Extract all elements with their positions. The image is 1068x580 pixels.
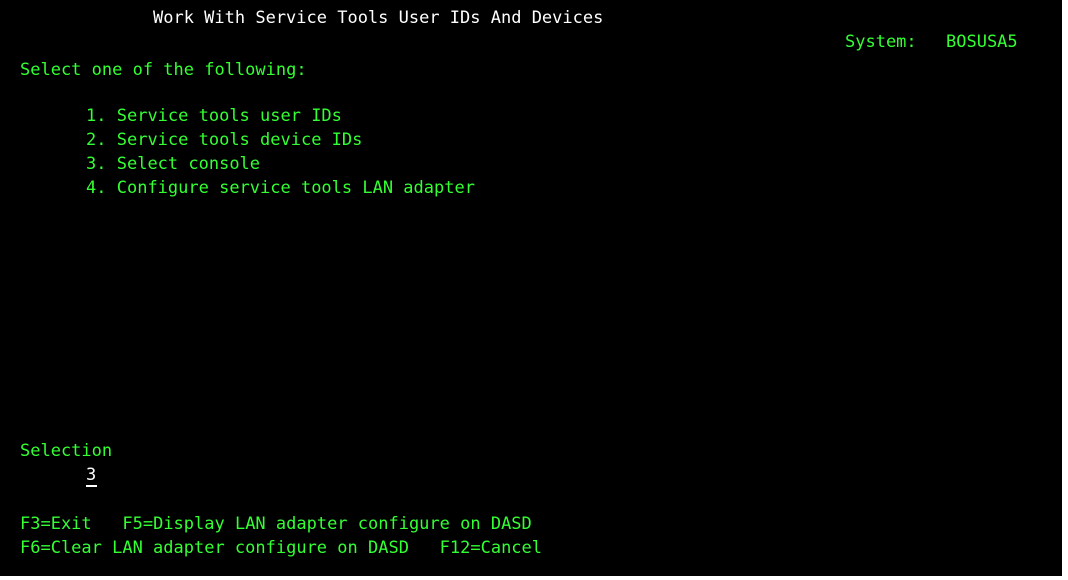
f6-clear-lan-key[interactable]: F6=Clear LAN adapter configure on DASD — [20, 538, 409, 558]
f12-cancel-key[interactable]: F12=Cancel — [440, 538, 542, 558]
terminal-screen: Work With Service Tools User IDs And Dev… — [0, 0, 1062, 576]
function-keys-row-2: F6=Clear LAN adapter configure on DASD F… — [20, 536, 542, 560]
menu-option-2: 2. Service tools device IDs — [86, 128, 362, 152]
option-label: Configure service tools LAN adapter — [116, 178, 475, 198]
selection-field-row: 3 — [86, 463, 97, 487]
menu-option-1: 1. Service tools user IDs — [86, 104, 342, 128]
function-keys-row-1: F3=Exit F5=Display LAN adapter configure… — [20, 512, 532, 536]
menu-option-3: 3. Select console — [86, 152, 260, 176]
selection-input[interactable]: 3 — [86, 465, 97, 487]
option-label: Select console — [116, 154, 261, 174]
option-number: 4. — [86, 178, 107, 198]
option-label: Service tools user IDs — [116, 106, 342, 126]
screen-title: Work With Service Tools User IDs And Dev… — [153, 8, 604, 28]
system-label: System: — [845, 32, 917, 52]
option-number: 2. — [86, 130, 107, 150]
option-number: 3. — [86, 154, 107, 174]
system-name: BOSUSA5 — [946, 32, 1018, 52]
f3-exit-key[interactable]: F3=Exit — [20, 514, 92, 534]
option-number: 1. — [86, 106, 107, 126]
selection-label: Selection — [20, 441, 113, 461]
menu-option-4: 4. Configure service tools LAN adapter — [86, 176, 475, 200]
option-label: Service tools device IDs — [116, 130, 363, 150]
f5-display-lan-key[interactable]: F5=Display LAN adapter configure on DASD — [122, 514, 531, 534]
menu-prompt: Select one of the following: — [20, 60, 307, 80]
